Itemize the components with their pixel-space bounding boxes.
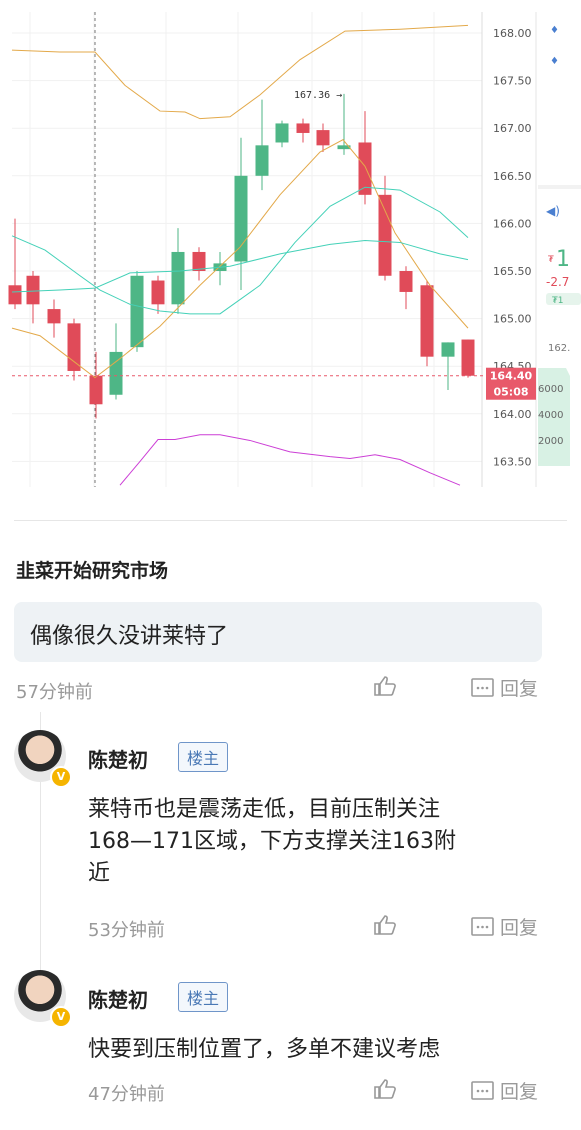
candle-body [47,309,61,324]
y-tick-label: 167.50 [493,75,532,88]
panel-big-digit: 1 [556,247,570,272]
y-tick-label: 166.50 [493,170,532,183]
candle-body [378,194,392,276]
candle-body [461,339,475,376]
candle-body [8,285,22,305]
reply-text: 莱特币也是震荡走低，目前压制关注 168—171区域，下方支撑关注163附 近 [88,794,456,890]
reply-text-line: 莱特币也是震荡走低，目前压制关注 [88,797,441,822]
volume-tick-label: 4000 [538,410,563,421]
owner-badge: 楼主 [178,742,229,772]
candle-body [26,275,40,305]
volume-tick-label: 6000 [538,384,563,395]
candle-body [441,342,455,357]
volume-tick-label: 2000 [538,436,563,447]
comment-icon [471,916,494,936]
post-time: 57分钟前 [16,682,93,703]
drop-icon: ♦ [550,56,559,67]
reply-author[interactable]: 陈楚初 [88,744,148,773]
max-price-label: 167.36 → [294,90,342,101]
currency-sign-icon: ₮ [548,255,554,265]
reply-text-line: 168—171区域，下方支撑关注163附 [88,829,456,854]
lower-band-line [119,434,461,486]
reply-text: 快要到压制位置了，多单不建议考虑 [88,1034,440,1066]
panel-change: -2.7 [546,275,569,289]
chart-divider [14,520,567,521]
y-tick-label: 165.00 [493,313,532,326]
owner-badge: 楼主 [178,982,229,1012]
y-tick-label: 165.50 [493,265,532,278]
drop-icon: ♦ [550,25,559,36]
current-price-label: 164.40 [490,370,533,383]
post-title: 韭菜开始研究市场 [16,560,169,582]
candle-body [275,123,289,143]
comment-text: 偶像很久没讲莱特了 [30,624,229,649]
candle-body [89,375,103,405]
candle-body [296,123,310,133]
reply-label: 回复 [500,1081,539,1103]
thumbs-up-icon [374,915,396,935]
price-chart[interactable]: 168.00 167.50 167.00 166.50 166.00 165.50 165.… [0,0,581,520]
candle-body [420,285,434,357]
y-tick-label: 164.00 [493,408,532,421]
panel-tag: ₮1 [552,296,563,306]
reply-label: 回复 [500,917,539,939]
candle-body [171,251,185,305]
speaker-icon: ◀) [546,204,560,218]
comment-bubble: 偶像很久没讲莱特了 [14,602,542,662]
comment-icon [471,677,494,697]
candle-body [316,130,330,146]
candle-body [192,251,206,271]
candle-body [151,280,165,305]
like-button[interactable] [372,674,398,698]
y-tick-label: 168.00 [493,27,532,40]
reply-label: 回复 [500,678,539,700]
candle-body [67,323,81,371]
upper-band-line [11,24,469,120]
verified-badge-icon: V [50,766,72,788]
candle-body [234,175,248,262]
thumbs-up-icon [374,676,396,696]
reply-button[interactable]: 回复 [470,1077,538,1104]
like-button[interactable] [372,913,398,937]
y-tick-label: 163.50 [493,455,532,468]
thumbs-up-icon [374,1079,396,1099]
comment-icon [471,1080,494,1100]
y-tick-label: 167.00 [493,122,532,135]
reply-time: 53分钟前 [88,920,165,941]
reply-text-line: 快要到压制位置了，多单不建议考虑 [88,1037,441,1062]
candlestick-chart-svg: 168.00 167.50 167.00 166.50 166.00 165.50 165.… [8,12,581,487]
countdown-label: 05:08 [493,386,528,399]
reply-text-line: 近 [88,861,111,886]
candle-body [399,271,413,292]
like-button[interactable] [372,1077,398,1101]
panel-price: 162. [548,343,570,354]
reply-button[interactable]: 回复 [470,913,538,940]
reply-button[interactable]: 回复 [470,674,538,701]
candle-body [255,145,269,176]
reply-time: 47分钟前 [88,1084,165,1105]
verified-badge-icon: V [50,1006,72,1028]
candle-body [130,275,144,348]
reply-author[interactable]: 陈楚初 [88,984,148,1013]
y-tick-label: 166.00 [493,217,532,230]
